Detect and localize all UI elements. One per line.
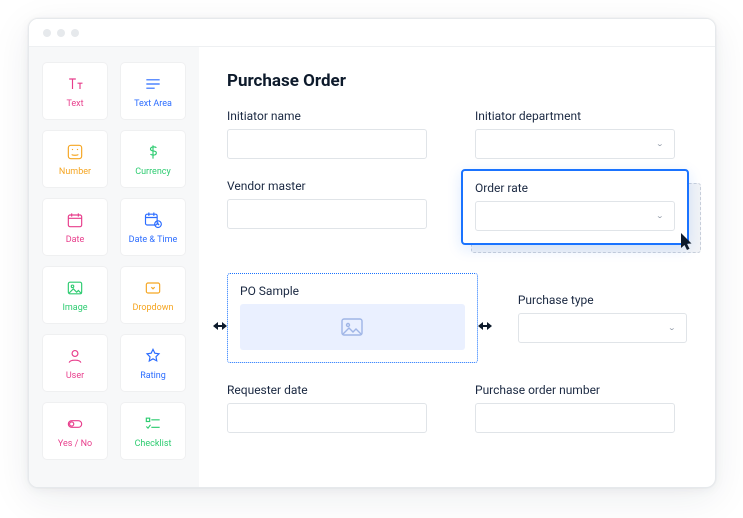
chevron-down-icon: ⌄ xyxy=(656,212,664,220)
palette-label: Text xyxy=(66,99,83,109)
field-palette: Text Text Area Number Currency xyxy=(29,47,199,487)
image-icon xyxy=(64,277,86,299)
number-icon xyxy=(64,141,86,163)
field-label: Purchase type xyxy=(518,293,687,307)
yesno-icon xyxy=(64,413,86,435)
palette-label: Yes / No xyxy=(58,439,92,449)
field-purchase-order-number[interactable]: Purchase order number xyxy=(475,383,675,433)
chevron-down-icon: ⌄ xyxy=(656,140,664,148)
field-initiator-name[interactable]: Initiator name xyxy=(227,109,427,159)
palette-label: Dropdown xyxy=(133,303,174,313)
select-input[interactable]: ⌄ xyxy=(475,129,675,159)
text-input[interactable] xyxy=(227,403,427,433)
app-window: Text Text Area Number Currency xyxy=(28,18,716,488)
window-dot xyxy=(71,29,79,37)
textarea-icon xyxy=(142,73,164,95)
palette-textarea[interactable]: Text Area xyxy=(121,63,185,119)
palette-rating[interactable]: Rating xyxy=(121,335,185,391)
resize-handle-right[interactable] xyxy=(478,316,492,335)
palette-image[interactable]: Image xyxy=(43,267,107,323)
form-title: Purchase Order xyxy=(227,71,687,91)
field-label: Initiator department xyxy=(475,109,675,123)
palette-dropdown[interactable]: Dropdown xyxy=(121,267,185,323)
field-purchase-type[interactable]: Purchase type ⌄ xyxy=(518,293,687,343)
window-titlebar xyxy=(29,19,715,47)
field-label: Purchase order number xyxy=(475,383,675,397)
field-initiator-department[interactable]: Initiator department ⌄ xyxy=(475,109,675,159)
palette-label: Rating xyxy=(140,371,166,381)
currency-icon xyxy=(142,141,164,163)
window-dot xyxy=(57,29,65,37)
datetime-icon xyxy=(142,209,164,231)
field-label: Requester date xyxy=(227,383,427,397)
dropdown-icon xyxy=(142,277,164,299)
rating-icon xyxy=(142,345,164,367)
text-input[interactable] xyxy=(475,403,675,433)
resize-handle-left[interactable] xyxy=(213,316,227,335)
field-requester-date[interactable]: Requester date xyxy=(227,383,427,433)
palette-user[interactable]: User xyxy=(43,335,107,391)
date-icon xyxy=(64,209,86,231)
palette-date[interactable]: Date xyxy=(43,199,107,255)
palette-label: Number xyxy=(59,167,91,177)
field-label: Order rate xyxy=(475,181,675,195)
field-label: PO Sample xyxy=(240,284,465,298)
field-label: Initiator name xyxy=(227,109,427,123)
image-dropzone[interactable] xyxy=(240,304,465,350)
field-order-rate[interactable]: Order rate ⌄ xyxy=(461,169,689,245)
text-input[interactable] xyxy=(227,199,427,229)
text-input[interactable] xyxy=(227,129,427,159)
palette-label: Text Area xyxy=(134,99,172,109)
field-po-sample[interactable]: PO Sample xyxy=(227,273,478,363)
palette-number[interactable]: Number xyxy=(43,131,107,187)
window-dot xyxy=(43,29,51,37)
select-input[interactable]: ⌄ xyxy=(475,201,675,231)
palette-label: Checklist xyxy=(135,439,172,449)
text-icon xyxy=(64,73,86,95)
palette-text[interactable]: Text xyxy=(43,63,107,119)
palette-label: Image xyxy=(62,303,87,313)
palette-label: Date xyxy=(66,235,85,245)
chevron-down-icon: ⌄ xyxy=(668,324,676,332)
field-label: Vendor master xyxy=(227,179,427,193)
cursor-icon xyxy=(679,231,695,255)
user-icon xyxy=(64,345,86,367)
palette-label: Currency xyxy=(135,167,171,177)
palette-datetime[interactable]: Date & Time xyxy=(121,199,185,255)
palette-yesno[interactable]: Yes / No xyxy=(43,403,107,459)
form-canvas[interactable]: Purchase Order Initiator name Initiator … xyxy=(199,47,715,487)
palette-checklist[interactable]: Checklist xyxy=(121,403,185,459)
palette-currency[interactable]: Currency xyxy=(121,131,185,187)
select-input[interactable]: ⌄ xyxy=(518,313,687,343)
palette-label: User xyxy=(66,371,84,381)
checklist-icon xyxy=(142,413,164,435)
palette-label: Date & Time xyxy=(129,235,178,245)
field-vendor-master[interactable]: Vendor master xyxy=(227,179,427,229)
